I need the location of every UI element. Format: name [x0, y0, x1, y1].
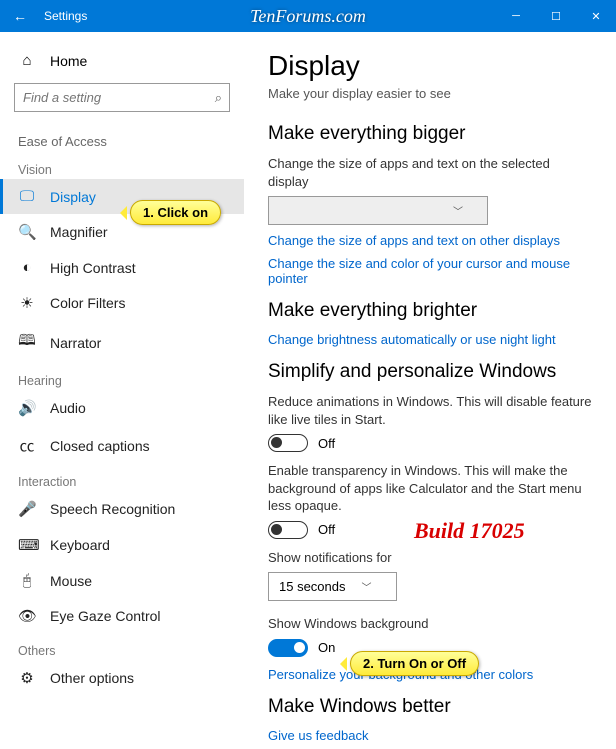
audio-icon: 🔊	[18, 399, 36, 417]
notifications-label: Show notifications for	[268, 549, 592, 567]
page-title: Display	[268, 50, 592, 82]
mouse-icon: 🖰	[18, 572, 36, 589]
size-desc: Change the size of apps and text on the …	[268, 155, 592, 190]
nav-label: Audio	[50, 400, 86, 416]
magnifier-icon: 🔍	[18, 223, 36, 241]
reduce-animations-toggle[interactable]	[268, 434, 308, 452]
reduce-animations-desc: Reduce animations in Windows. This will …	[268, 393, 592, 428]
dropdown-value: 15 seconds	[279, 579, 346, 594]
sidebar-item-color-filters[interactable]: ☀ Color Filters	[0, 285, 244, 321]
gear-icon: ⚙	[18, 669, 36, 687]
back-button[interactable]: ←	[0, 8, 40, 24]
search-input[interactable]	[14, 83, 230, 112]
sidebar-item-closed-captions[interactable]: ㏄ Closed captions	[0, 426, 244, 465]
nav-label: Display	[50, 189, 96, 205]
home-label: Home	[50, 53, 87, 69]
captions-icon: ㏄	[18, 435, 36, 456]
nav-label: Other options	[50, 670, 134, 686]
chevron-down-icon: ﹀	[362, 579, 372, 594]
section-better-heading: Make Windows better	[268, 696, 592, 718]
link-brightness[interactable]: Change brightness automatically or use n…	[268, 332, 592, 347]
sidebar-item-speech[interactable]: 🎤 Speech Recognition	[0, 491, 244, 527]
close-button[interactable]: ✕	[576, 10, 616, 23]
nav-label: Color Filters	[50, 295, 125, 311]
sidebar: ⌂ Home ⌕ Ease of Access Vision 🖵Display …	[0, 32, 244, 749]
minimize-button[interactable]: ─	[496, 10, 536, 22]
link-feedback[interactable]: Give us feedback	[268, 728, 592, 743]
nav-label: Mouse	[50, 573, 92, 589]
link-cursor-pointer[interactable]: Change the size and color of your cursor…	[268, 256, 592, 286]
sidebar-item-other-options[interactable]: ⚙ Other options	[0, 660, 244, 696]
page-subtitle: Make your display easier to see	[268, 86, 592, 101]
nav-label: Keyboard	[50, 537, 110, 553]
display-icon: 🖵	[18, 188, 36, 205]
notifications-dropdown[interactable]: 15 seconds ﹀	[268, 572, 397, 601]
nav-label: Eye Gaze Control	[50, 608, 161, 624]
nav-label: Narrator	[50, 335, 101, 351]
callout-1: 1. Click on	[130, 200, 221, 225]
narrator-icon: 🕮	[18, 330, 36, 355]
sidebar-item-high-contrast[interactable]: ◐ High Contrast	[0, 250, 244, 285]
nav-label: High Contrast	[50, 260, 136, 276]
nav-label: Speech Recognition	[50, 501, 175, 517]
home-icon: ⌂	[18, 52, 36, 69]
watermark: TenForums.com	[250, 6, 366, 27]
size-dropdown[interactable]: ﹀	[268, 196, 488, 225]
transparency-toggle[interactable]	[268, 521, 308, 539]
nav-label: Magnifier	[50, 224, 108, 240]
color-filters-icon: ☀	[18, 294, 36, 312]
transparency-desc: Enable transparency in Windows. This wil…	[268, 462, 592, 515]
section-simplify-heading: Simplify and personalize Windows	[268, 361, 592, 383]
link-other-displays[interactable]: Change the size of apps and text on othe…	[268, 233, 592, 248]
toggle-state: Off	[318, 436, 335, 451]
section-bigger-heading: Make everything bigger	[268, 123, 592, 145]
group-interaction: Interaction	[0, 465, 244, 491]
eye-icon: 👁	[18, 607, 36, 625]
sidebar-item-mouse[interactable]: 🖰 Mouse	[0, 563, 244, 598]
callout-2: 2. Turn On or Off	[350, 651, 479, 676]
section-brighter-heading: Make everything brighter	[268, 300, 592, 322]
sidebar-item-narrator[interactable]: 🕮 Narrator	[0, 321, 244, 364]
sidebar-item-audio[interactable]: 🔊 Audio	[0, 390, 244, 426]
group-vision: Vision	[0, 153, 244, 179]
sidebar-item-eye-gaze[interactable]: 👁 Eye Gaze Control	[0, 598, 244, 634]
group-hearing: Hearing	[0, 364, 244, 390]
nav-label: Closed captions	[50, 438, 150, 454]
group-others: Others	[0, 634, 244, 660]
toggle-state: Off	[318, 522, 335, 537]
mic-icon: 🎤	[18, 500, 36, 518]
toggle-state: On	[318, 640, 335, 655]
sidebar-item-keyboard[interactable]: ⌨ Keyboard	[0, 527, 244, 563]
contrast-icon: ◐	[18, 259, 36, 276]
chevron-down-icon: ﹀	[453, 203, 463, 218]
build-annotation: Build 17025	[414, 518, 525, 544]
background-label: Show Windows background	[268, 615, 592, 633]
keyboard-icon: ⌨	[18, 536, 36, 554]
maximize-button[interactable]: ☐	[536, 10, 576, 23]
home-nav[interactable]: ⌂ Home	[0, 44, 244, 77]
background-toggle[interactable]	[268, 639, 308, 657]
content: Display Make your display easier to see …	[244, 32, 616, 749]
section-label: Ease of Access	[0, 122, 244, 153]
search-icon: ⌕	[215, 90, 222, 106]
